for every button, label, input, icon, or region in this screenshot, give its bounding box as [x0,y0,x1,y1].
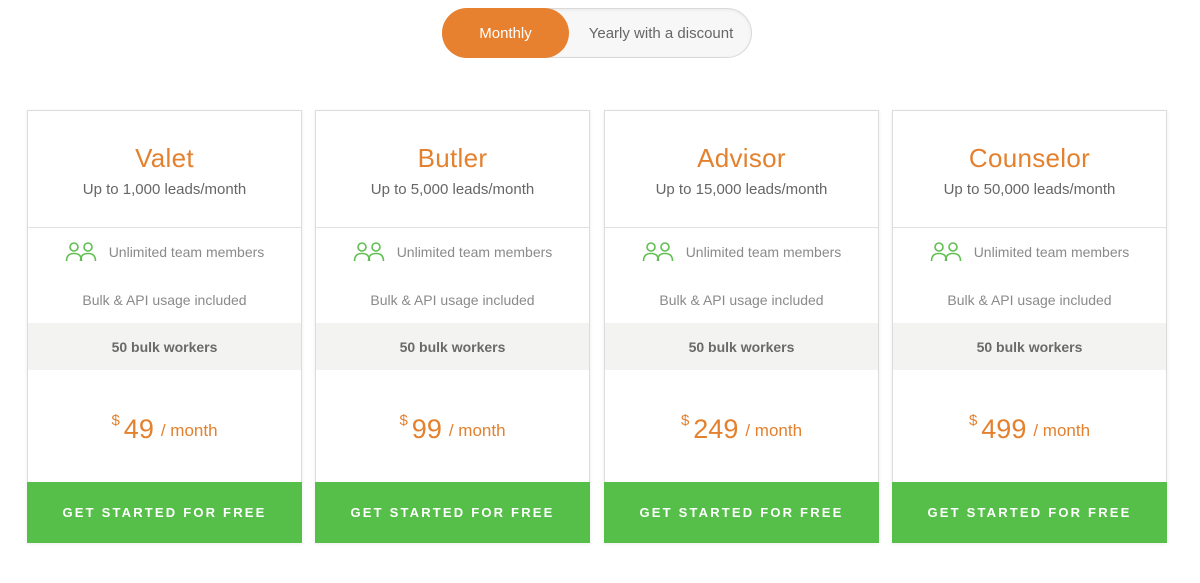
get-started-button[interactable]: GET STARTED FOR FREE [315,482,590,543]
plan-card-advisor: Advisor Up to 15,000 leads/month Unlimit… [604,110,879,543]
plan-card-valet: Valet Up to 1,000 leads/month Unlimited … [27,110,302,543]
get-started-button[interactable]: GET STARTED FOR FREE [892,482,1167,543]
feature-team-members: Unlimited team members [893,228,1166,276]
plan-limit: Up to 1,000 leads/month [82,181,247,198]
feature-bulk-api: Bulk & API usage included [659,291,824,308]
feature-team-members: Unlimited team members [316,228,589,276]
price-period: / month [448,421,506,440]
plan-limit: Up to 15,000 leads/month [655,181,828,198]
price-currency: $ [968,412,978,429]
team-members-icon [353,242,384,262]
feature-bulk-workers: 50 bulk workers [28,323,301,370]
feature-bulk-workers: 50 bulk workers [316,323,589,370]
plan-name: Valet [135,143,194,173]
price-amount: 49 [123,413,154,444]
plan-price: $ 49 / month [28,370,301,484]
price-currency: $ [399,412,408,429]
plan-name: Counselor [968,143,1091,173]
price-amount: 499 [981,413,1027,444]
price-amount: 249 [693,413,739,444]
plan-price: $ 99 / month [316,370,589,484]
price-period: / month [1033,421,1091,440]
team-members-icon [642,242,673,262]
price-period: / month [160,421,218,440]
price-currency: $ [111,412,120,429]
plan-limit: Up to 5,000 leads/month [370,181,535,198]
plan-price: $ 249 / month [605,370,878,484]
feature-bulk-workers: 50 bulk workers [893,323,1166,370]
feature-bulk-api: Bulk & API usage included [82,291,247,308]
plan-header: Valet Up to 1,000 leads/month [28,111,301,228]
plan-header: Advisor Up to 15,000 leads/month [605,111,878,228]
plan-card-butler: Butler Up to 5,000 leads/month Unlimited… [315,110,590,543]
team-members-icon [65,242,96,262]
get-started-button[interactable]: GET STARTED FOR FREE [27,482,302,543]
toggle-monthly[interactable]: Monthly [442,8,569,58]
feature-label: Unlimited team members [685,244,842,260]
feature-team-members: Unlimited team members [605,228,878,276]
get-started-button[interactable]: GET STARTED FOR FREE [604,482,879,543]
team-members-icon [930,242,961,262]
plan-name: Advisor [697,143,786,173]
plan-header: Butler Up to 5,000 leads/month [316,111,589,228]
feature-label: Unlimited team members [108,244,265,260]
billing-toggle[interactable]: Monthly Yearly with a discount [442,8,752,58]
plan-limit: Up to 50,000 leads/month [943,181,1116,198]
price-period: / month [745,421,803,440]
feature-team-members: Unlimited team members [28,228,301,276]
plan-name: Butler [417,143,488,173]
price-amount: 99 [411,413,442,444]
feature-label: Unlimited team members [973,244,1130,260]
plan-header: Counselor Up to 50,000 leads/month [893,111,1166,228]
feature-bulk-api: Bulk & API usage included [370,291,535,308]
feature-bulk-api: Bulk & API usage included [947,291,1112,308]
feature-label: Unlimited team members [396,244,553,260]
toggle-yearly[interactable]: Yearly with a discount [569,8,753,58]
plan-price: $ 499 / month [893,370,1166,484]
pricing-page: Monthly Yearly with a discount Valet Up … [0,0,1200,583]
feature-bulk-workers: 50 bulk workers [605,323,878,370]
price-currency: $ [680,412,690,429]
plan-card-counselor: Counselor Up to 50,000 leads/month Unlim… [892,110,1167,543]
